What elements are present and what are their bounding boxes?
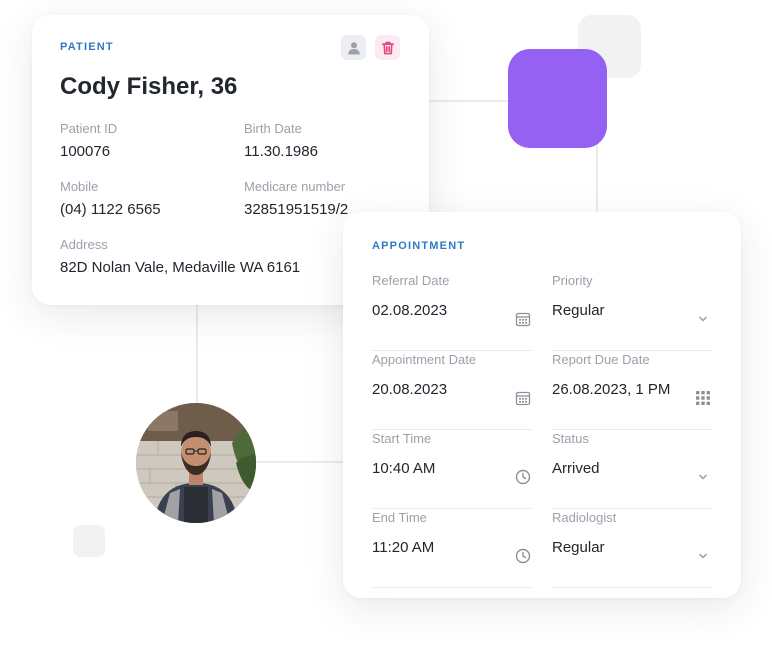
mobile-value: (04) 1122 6565: [60, 201, 161, 218]
patient-avatar: [136, 403, 256, 523]
appointment-card: APPOINTMENT Referral Date 02.08.2023 Pri…: [343, 212, 741, 598]
end-time-picker-button[interactable]: [514, 547, 532, 565]
start-time-value[interactable]: 10:40 AM: [372, 459, 532, 478]
address-label: Address: [60, 237, 108, 252]
report-due-date-value[interactable]: 26.08.2023, 1 PM: [552, 380, 712, 399]
radiologist-label: Radiologist: [552, 510, 617, 525]
patient-section-label: PATIENT: [60, 41, 114, 53]
calendar-icon: [515, 391, 531, 406]
birth-date-label: Birth Date: [244, 121, 302, 136]
report-due-date-field[interactable]: Report Due Date 26.08.2023, 1 PM: [552, 352, 712, 430]
chevron-down-icon: [699, 316, 707, 322]
priority-select[interactable]: Priority Regular: [552, 273, 712, 351]
status-dropdown-toggle[interactable]: [694, 468, 712, 486]
chevron-down-icon: [699, 474, 707, 480]
referral-date-label: Referral Date: [372, 273, 450, 288]
referral-date-field[interactable]: Referral Date 02.08.2023: [372, 273, 532, 351]
status-value[interactable]: Arrived: [552, 459, 712, 478]
clock-icon: [515, 548, 531, 564]
patient-id-value: 100076: [60, 143, 111, 160]
patient-photo: [136, 403, 256, 523]
calendar-icon: [515, 312, 531, 327]
clock-icon: [515, 469, 531, 485]
appointment-date-label: Appointment Date: [372, 352, 477, 367]
mobile-field: Mobile (04) 1122 6565: [60, 179, 161, 219]
user-icon: [347, 41, 360, 54]
decorative-purple-square: [508, 49, 607, 148]
appointment-section-label: APPOINTMENT: [372, 240, 466, 252]
status-label: Status: [552, 431, 589, 446]
priority-label: Priority: [552, 273, 593, 288]
start-time-label: Start Time: [372, 431, 432, 446]
trash-icon: [381, 41, 394, 54]
priority-dropdown-toggle[interactable]: [694, 310, 712, 328]
chevron-down-icon: [699, 553, 707, 559]
connector-line-left: [196, 305, 198, 403]
patient-profile-button[interactable]: [341, 35, 366, 60]
medicare-number-value: 32851951519/2: [244, 201, 349, 218]
grid-icon: [696, 391, 710, 405]
patient-name: Cody Fisher, 36: [60, 73, 238, 100]
mobile-label: Mobile: [60, 179, 99, 194]
address-value: 82D Nolan Vale, Medaville WA 6161: [60, 259, 301, 276]
birth-date-field: Birth Date 11.30.1986: [244, 121, 318, 161]
connector-line-avatar: [256, 461, 343, 463]
radiologist-select[interactable]: Radiologist Regular: [552, 510, 712, 588]
referral-date-picker-button[interactable]: [514, 310, 532, 328]
referral-date-value[interactable]: 02.08.2023: [372, 301, 532, 320]
address-field: Address 82D Nolan Vale, Medaville WA 616…: [60, 237, 300, 277]
start-time-field[interactable]: Start Time 10:40 AM: [372, 431, 532, 509]
appointment-date-field[interactable]: Appointment Date 20.08.2023: [372, 352, 532, 430]
report-due-date-picker-button[interactable]: [694, 389, 712, 407]
appointment-date-picker-button[interactable]: [514, 389, 532, 407]
report-due-date-label: Report Due Date: [552, 352, 650, 367]
status-select[interactable]: Status Arrived: [552, 431, 712, 509]
start-time-picker-button[interactable]: [514, 468, 532, 486]
patient-id-label: Patient ID: [60, 121, 118, 136]
patient-id-field: Patient ID 100076: [60, 121, 117, 161]
birth-date-value: 11.30.1986: [244, 143, 318, 160]
end-time-value[interactable]: 11:20 AM: [372, 538, 532, 557]
end-time-field[interactable]: End Time 11:20 AM: [372, 510, 532, 588]
decorative-small-gray-square: [73, 525, 105, 557]
radiologist-dropdown-toggle[interactable]: [694, 547, 712, 565]
medicare-number-field: Medicare number 32851951519/2: [244, 179, 348, 219]
medicare-number-label: Medicare number: [244, 179, 346, 194]
radiologist-value[interactable]: Regular: [552, 538, 712, 557]
patient-delete-button[interactable]: [375, 35, 400, 60]
appointment-date-value[interactable]: 20.08.2023: [372, 380, 532, 399]
end-time-label: End Time: [372, 510, 427, 525]
priority-value[interactable]: Regular: [552, 301, 712, 320]
